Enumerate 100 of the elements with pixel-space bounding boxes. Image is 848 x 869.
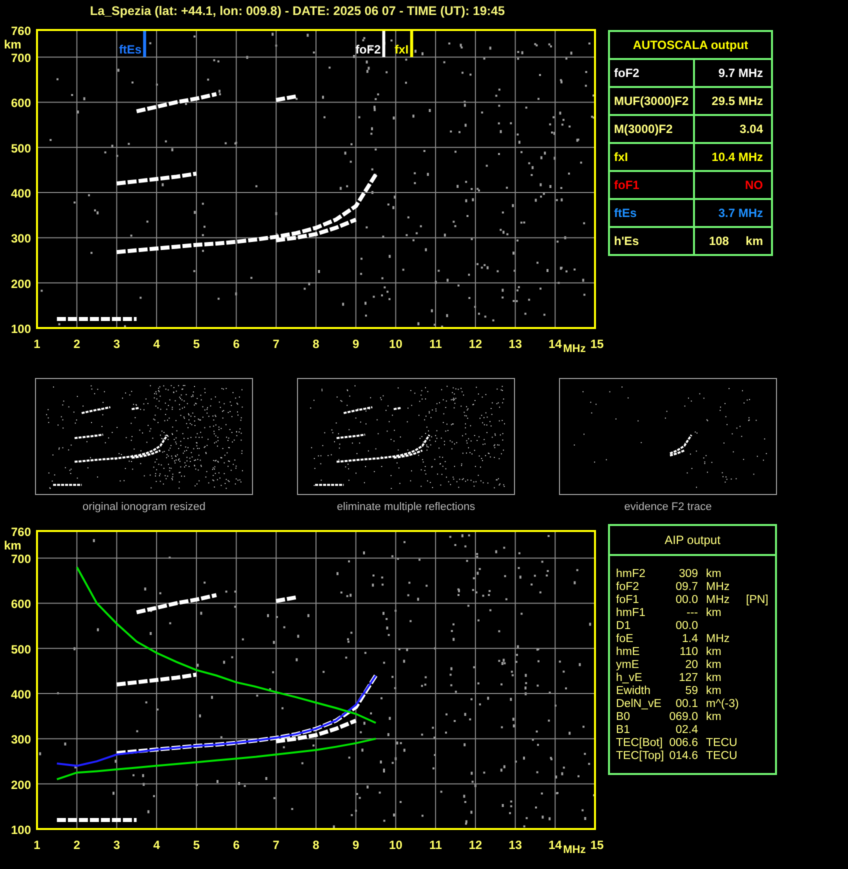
parameter-value: 309 — [678, 568, 698, 581]
x-tick-label: 11 — [429, 838, 442, 852]
parameter-unit: m^(-3) — [705, 698, 740, 711]
parameter-unit: km — [705, 568, 722, 581]
x-tick-label: 6 — [232, 838, 240, 852]
x-tick-label: 1 — [34, 838, 40, 852]
y-axis-label: km — [4, 538, 22, 553]
parameter-value: 9.7 MHz — [694, 59, 772, 87]
parameter-name: M(3000)F2 — [609, 115, 694, 143]
parameter-name: hmF1 — [615, 607, 646, 620]
parameter-value: 006.6 — [668, 737, 698, 750]
parameter-name: hmE — [615, 646, 641, 659]
x-tick-label: 7 — [272, 838, 280, 852]
parameter-unit: km — [705, 672, 722, 685]
thumbnail-caption: evidence F2 trace — [624, 501, 712, 513]
parameter-name: foF2 — [615, 581, 640, 594]
parameter-value: 069.0 — [668, 711, 698, 724]
x-tick-label: 10 — [389, 337, 402, 351]
parameter-value: NO — [694, 171, 772, 199]
y-tick-label: 100 — [10, 823, 31, 837]
x-tick-label: 15 — [590, 337, 604, 351]
x-tick-label: 6 — [232, 337, 240, 351]
marker-label: foF2 — [355, 42, 381, 56]
parameter-name: hmF2 — [615, 568, 646, 581]
parameter-value: 127 — [678, 672, 698, 685]
y-tick-label: 100 — [10, 322, 31, 336]
parameter-value: 110 — [678, 646, 698, 659]
parameter-unit: km — [705, 659, 722, 672]
parameter-unit: km — [705, 607, 722, 620]
parameter-name: foF1 — [609, 171, 694, 199]
y-tick-label: 200 — [10, 276, 31, 291]
parameter-unit: MHz — [705, 581, 731, 594]
x-tick-label: 4 — [153, 337, 160, 351]
x-tick-label: 8 — [312, 838, 320, 852]
x-tick-label: 13 — [508, 337, 522, 351]
ionogram-title: La_Spezia (lat: +44.1, lon: 009.8) - DATE: 2025 06 07 - TIME (UT): 19:45 — [90, 4, 505, 18]
parameter-note: [PN] — [745, 594, 770, 607]
parameter-name: h'Es — [609, 227, 694, 255]
parameter-unit: TECU — [705, 737, 738, 750]
x-tick-label: 1 — [34, 337, 40, 351]
x-tick-label: 12 — [468, 838, 482, 852]
parameter-name: TEC[Bot] — [615, 737, 664, 750]
parameter-unit: TECU — [705, 750, 738, 763]
thumbnail-caption: original ionogram resized — [82, 501, 206, 513]
parameter-value: 20 — [684, 659, 698, 672]
parameter-value: 1.4 — [681, 633, 698, 646]
parameter-value: --- — [686, 607, 698, 620]
x-tick-label: 10 — [389, 838, 402, 852]
y-axis-label: km — [4, 38, 22, 52]
parameter-value: 014.6 — [668, 750, 698, 763]
x-tick-label: 9 — [352, 337, 360, 351]
marker-label: ftEs — [118, 42, 142, 56]
parameter-value: 10.4 MHz — [694, 143, 772, 171]
x-tick-label: 15 — [590, 838, 604, 852]
panel-title: AIP output — [664, 533, 720, 547]
parameter-unit: MHz — [705, 594, 731, 607]
parameter-value: 29.5 MHz — [694, 87, 772, 115]
x-axis-label: MHz — [563, 844, 586, 856]
y-tick-label: 760 — [10, 525, 31, 539]
parameter-value: 02.4 — [674, 724, 698, 737]
parameter-unit: km — [705, 685, 722, 698]
parameter-value: 00.0 — [674, 620, 698, 633]
parameter-value: 59 — [684, 685, 698, 698]
y-tick-label: 760 — [10, 24, 31, 38]
x-tick-label: 11 — [429, 337, 442, 351]
y-tick-label: 700 — [10, 51, 31, 66]
table-title: AUTOSCALA output — [609, 31, 772, 59]
parameter-value: 09.7 — [674, 581, 698, 594]
y-tick-label: 700 — [10, 552, 31, 566]
parameter-name: MUF(3000)F2 — [609, 87, 694, 115]
parameter-name: B0 — [615, 711, 632, 724]
x-tick-label: 13 — [508, 838, 522, 852]
x-axis-label: MHz — [563, 343, 586, 355]
marker-label: fxI — [394, 42, 409, 56]
y-tick-label: 300 — [10, 732, 31, 747]
x-tick-label: 5 — [193, 838, 200, 852]
y-tick-label: 300 — [10, 232, 31, 246]
parameter-name: B1 — [615, 724, 632, 737]
parameter-name: foF1 — [615, 594, 640, 607]
parameter-name: foF2 — [609, 59, 694, 87]
x-tick-label: 9 — [352, 838, 360, 852]
x-tick-label: 4 — [153, 838, 160, 852]
y-tick-label: 200 — [10, 778, 31, 792]
x-tick-label: 7 — [272, 337, 280, 351]
x-tick-label: 14 — [548, 337, 562, 351]
x-tick-label: 3 — [113, 838, 120, 852]
parameter-name: ftEs — [609, 199, 694, 227]
parameter-value: 00.0 — [674, 594, 698, 607]
parameter-name: ymE — [615, 659, 640, 672]
parameter-unit: km — [705, 646, 722, 659]
parameter-name: TEC[Top] — [615, 750, 664, 763]
y-tick-label: 400 — [10, 688, 31, 702]
x-tick-label: 8 — [312, 337, 320, 351]
parameter-unit: MHz — [705, 633, 731, 646]
x-tick-label: 14 — [548, 838, 562, 852]
parameter-name: h_vE — [615, 672, 644, 685]
x-tick-label: 3 — [113, 337, 120, 351]
parameter-name: Ewidth — [615, 685, 652, 698]
y-tick-label: 500 — [10, 642, 31, 656]
parameter-name: D1 — [615, 620, 632, 633]
